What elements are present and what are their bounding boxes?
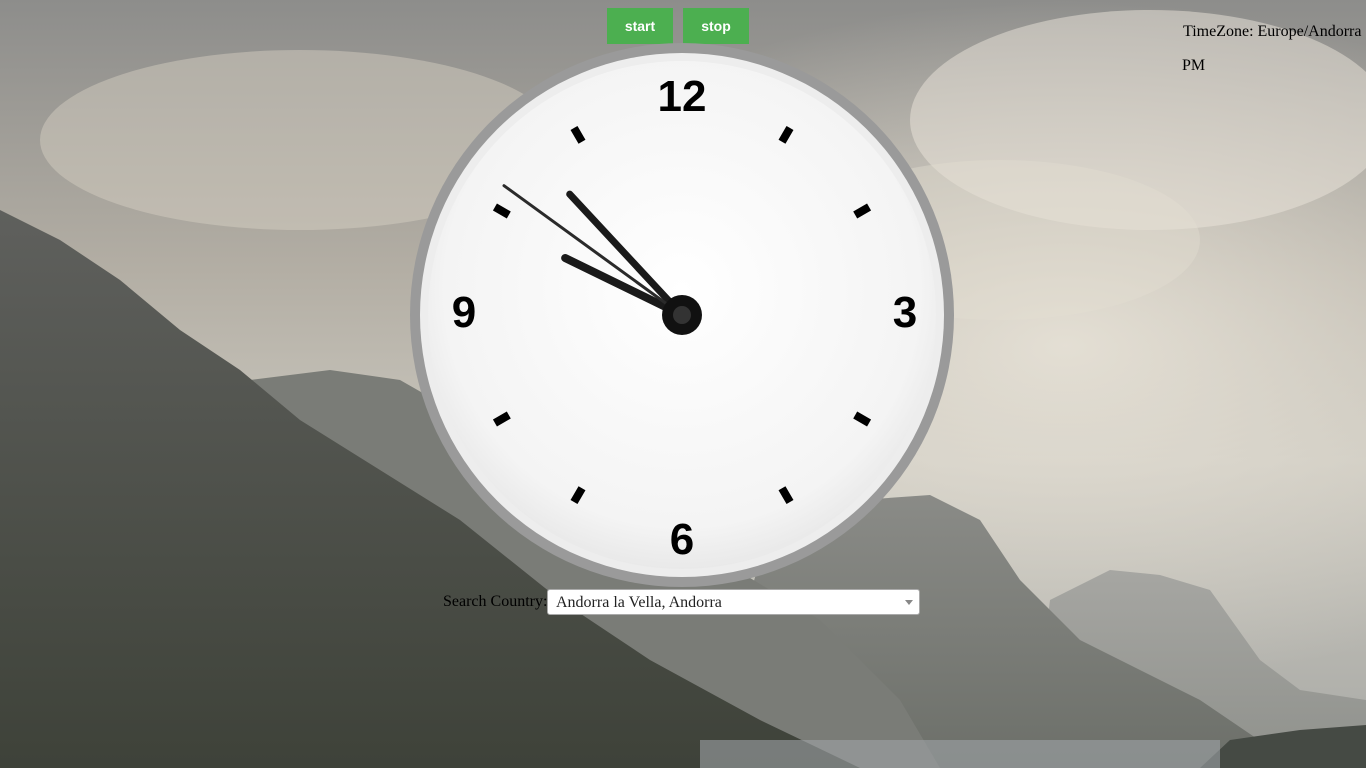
numeral-6: 6 <box>670 515 694 564</box>
chevron-down-icon <box>905 600 913 605</box>
numeral-9: 9 <box>452 288 476 337</box>
clock-center-hub-inner <box>673 306 691 324</box>
analog-clock: 12 3 6 9 <box>410 43 954 587</box>
country-select[interactable]: Andorra la Vella, Andorra <box>547 589 920 615</box>
numeral-12: 12 <box>658 72 707 121</box>
meridiem-label: PM <box>1182 57 1206 74</box>
start-button[interactable]: start <box>607 8 673 44</box>
numeral-3: 3 <box>893 288 917 337</box>
stop-button[interactable]: stop <box>683 8 749 44</box>
country-select-value: Andorra la Vella, Andorra <box>556 594 722 611</box>
search-country-label: Search Country: <box>443 593 548 610</box>
timezone-label: TimeZone: Europe/Andorra <box>1183 23 1362 40</box>
